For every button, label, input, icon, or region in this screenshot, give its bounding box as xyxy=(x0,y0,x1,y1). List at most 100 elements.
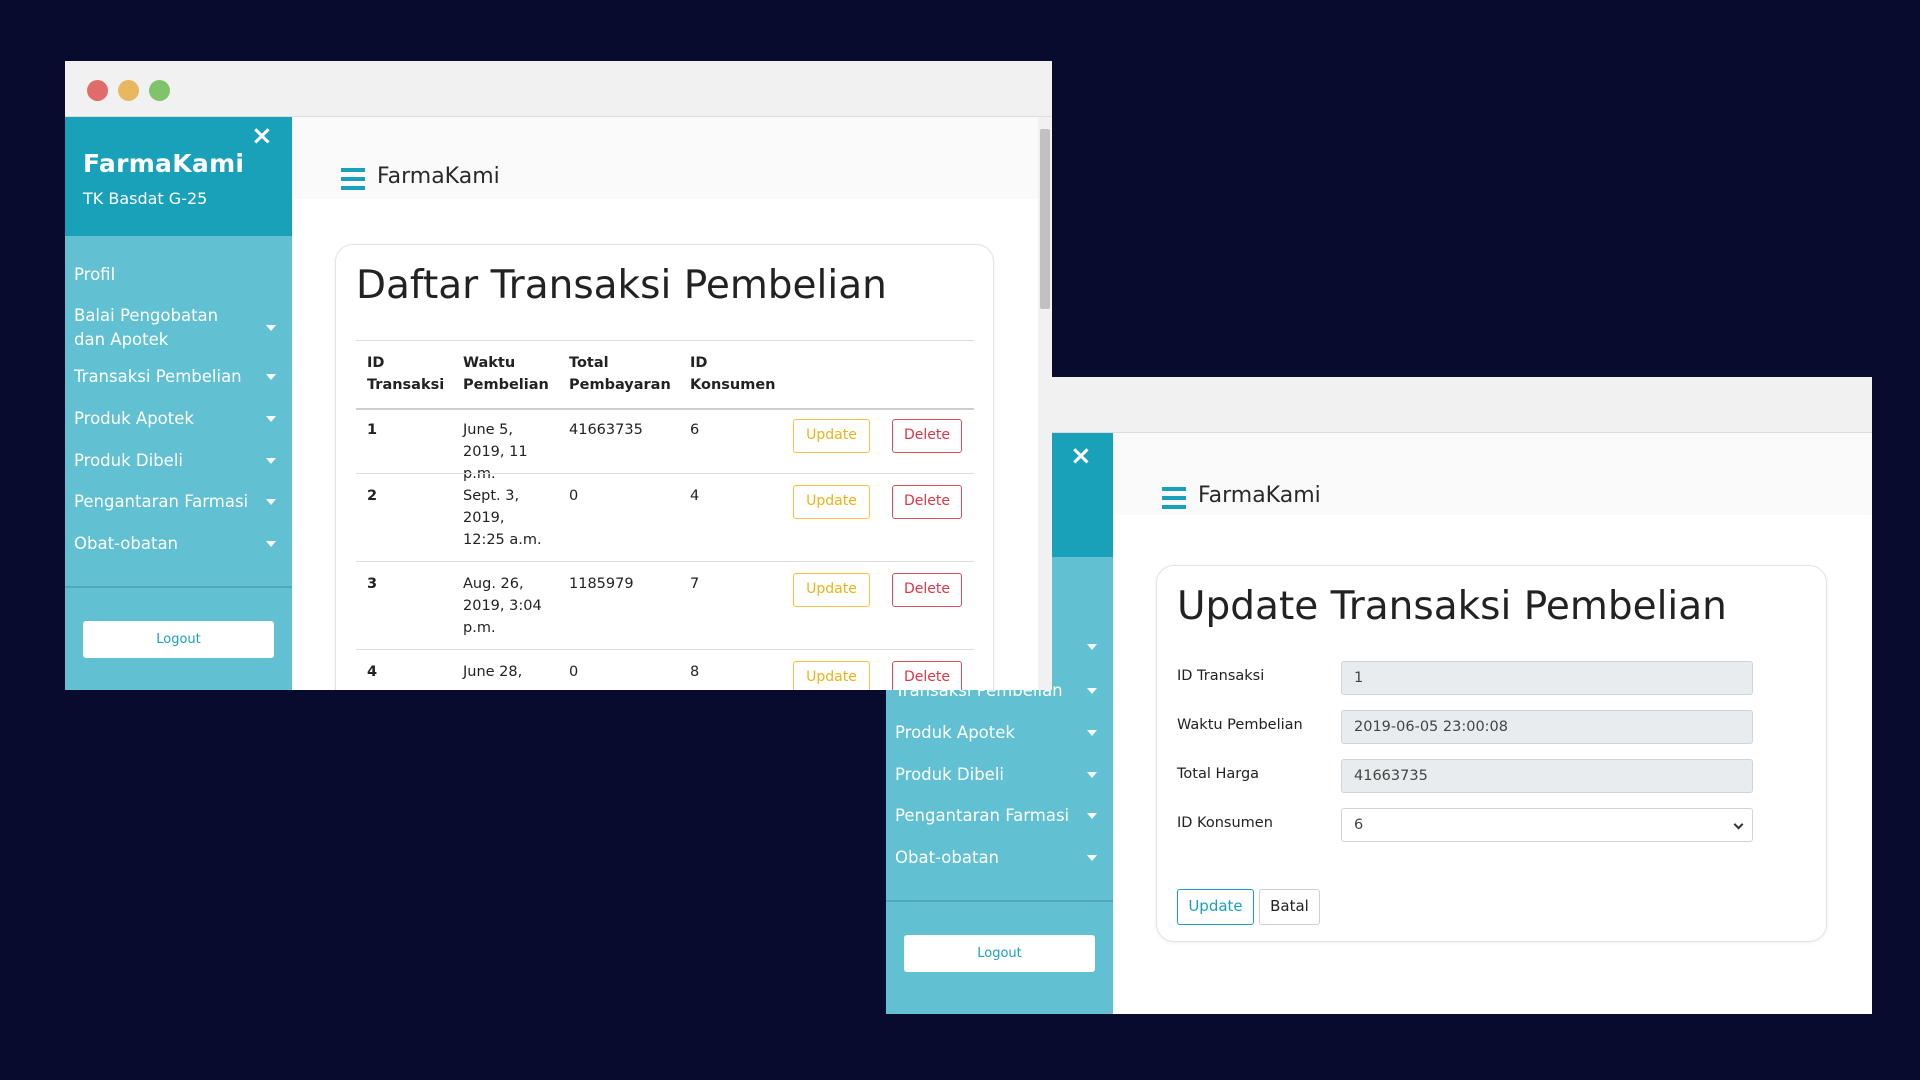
cell-total: 1185979 xyxy=(569,576,634,592)
sidebar-item-profil[interactable]: Profil xyxy=(74,263,276,287)
cell-konsumen: 7 xyxy=(690,576,700,592)
transactions-card: Daftar Transaksi Pembelian ID Transaksi … xyxy=(335,244,994,690)
chevron-down-icon xyxy=(1087,813,1097,819)
id-transaksi-field[interactable]: 1 xyxy=(1341,661,1753,695)
cell-id: 4 xyxy=(367,664,378,680)
sidebar-item-produk-dibeli[interactable]: Produk Dibeli xyxy=(74,449,276,473)
page-title: Update Transaksi Pembelian xyxy=(1177,584,1727,629)
delete-button[interactable]: Delete xyxy=(892,419,962,453)
cell-konsumen: 6 xyxy=(690,422,700,438)
cell-id: 3 xyxy=(367,576,378,592)
column-header-id-konsumen: ID Konsumen xyxy=(690,355,776,393)
column-header-waktu-pembelian: Waktu Pembelian xyxy=(463,355,549,393)
id-konsumen-select[interactable]: 6 xyxy=(1341,808,1753,842)
sidebar-item-label: Balai Pengobatan dan Apotek xyxy=(74,306,219,349)
sidebar-item-pengantaran-farmasi[interactable]: Pengantaran Farmasi xyxy=(74,490,276,514)
close-window-dot[interactable] xyxy=(87,80,108,101)
sidebar-item-produk-dibeli[interactable]: Produk Dibeli xyxy=(895,763,1097,787)
label-id-transaksi: ID Transaksi xyxy=(1177,668,1265,684)
chevron-down-icon xyxy=(1087,855,1097,861)
cell-total: 41663735 xyxy=(569,422,643,438)
header-divider xyxy=(356,408,974,410)
sidebar-item-pengantaran-farmasi[interactable]: Pengantaran Farmasi xyxy=(895,804,1097,828)
chevron-down-icon xyxy=(266,499,276,505)
chevron-down-icon xyxy=(266,416,276,422)
vertical-scrollbar[interactable] xyxy=(1038,117,1052,690)
list-window: × FarmaKami TK Basdat G-25 Profil Balai … xyxy=(65,61,1052,690)
cell-id: 2 xyxy=(367,488,378,504)
row-divider xyxy=(356,561,974,562)
update-button[interactable]: Update xyxy=(793,573,870,607)
row-divider xyxy=(356,649,974,650)
window-titlebar xyxy=(65,61,1052,117)
sidebar-divider xyxy=(65,586,292,588)
page-title: Daftar Transaksi Pembelian xyxy=(356,263,887,308)
chevron-down-icon xyxy=(1087,644,1097,650)
sidebar-item-obat-obatan[interactable]: Obat-obatan xyxy=(74,532,276,556)
sidebar-item-produk-apotek[interactable]: Produk Apotek xyxy=(895,721,1097,745)
update-button[interactable]: Update xyxy=(793,485,870,519)
delete-button[interactable]: Delete xyxy=(892,661,962,690)
sidebar-item-label: Produk Apotek xyxy=(895,723,1015,742)
logout-button[interactable]: Logout xyxy=(83,621,274,658)
row-divider xyxy=(356,473,974,474)
sidebar-item-obat-obatan[interactable]: Obat-obatan xyxy=(895,846,1097,870)
app-name: FarmaKami xyxy=(1198,483,1321,508)
sidebar-item-label: Obat-obatan xyxy=(74,534,179,553)
chevron-down-icon xyxy=(1087,730,1097,736)
cancel-button[interactable]: Batal xyxy=(1259,889,1320,925)
total-harga-field[interactable]: 41663735 xyxy=(1341,759,1753,793)
chevron-down-icon xyxy=(1087,688,1097,694)
cell-total: 0 xyxy=(569,488,579,504)
cell-total: 0 xyxy=(569,664,579,680)
chevron-down-icon xyxy=(1733,819,1744,830)
menu-lines-icon[interactable] xyxy=(1162,487,1186,509)
sidebar-brand: FarmaKami xyxy=(83,149,245,178)
sidebar-item-label: Produk Dibeli xyxy=(895,765,1004,784)
sidebar-item-label: Profil xyxy=(74,265,116,284)
close-sidebar-icon[interactable]: × xyxy=(1070,443,1092,469)
cell-waktu: June 5, 2019, 11 p.m. xyxy=(463,422,528,482)
close-sidebar-icon[interactable]: × xyxy=(251,123,273,149)
minimize-window-dot[interactable] xyxy=(118,80,139,101)
sidebar-item-label: Produk Dibeli xyxy=(74,451,183,470)
sidebar-item-label: Obat-obatan xyxy=(895,848,1000,867)
delete-button[interactable]: Delete xyxy=(892,485,962,519)
sidebar-item-label: Pengantaran Farmasi xyxy=(895,806,1070,825)
logout-button[interactable]: Logout xyxy=(904,935,1095,972)
top-navbar: FarmaKami xyxy=(1113,433,1872,515)
sidebar-item-label: Produk Apotek xyxy=(74,409,194,428)
main-content: FarmaKami Daftar Transaksi Pembelian ID … xyxy=(292,117,1052,690)
sidebar: × FarmaKami TK Basdat G-25 Profil Balai … xyxy=(65,117,292,690)
menu-lines-icon[interactable] xyxy=(341,168,365,190)
sidebar-item-produk-apotek[interactable]: Produk Apotek xyxy=(74,407,276,431)
cell-waktu: Aug. 26, 2019, 3:04 p.m. xyxy=(463,576,542,636)
cell-waktu: June 28, xyxy=(463,664,523,680)
delete-button[interactable]: Delete xyxy=(892,573,962,607)
chevron-down-icon xyxy=(266,541,276,547)
update-button[interactable]: Update xyxy=(793,419,870,453)
update-button[interactable]: Update xyxy=(793,661,870,690)
sidebar-header: × FarmaKami TK Basdat G-25 xyxy=(65,117,292,236)
column-header-total-pembayaran: Total Pembayaran xyxy=(569,355,671,393)
window-titlebar xyxy=(1051,377,1872,433)
maximize-window-dot[interactable] xyxy=(149,80,170,101)
sidebar-item-balai-pengobatan[interactable]: Balai Pengobatan dan Apotek xyxy=(74,304,276,352)
chevron-down-icon xyxy=(266,325,276,331)
sidebar-item-transaksi-pembelian[interactable]: Transaksi Pembelian xyxy=(74,365,276,389)
label-total-harga: Total Harga xyxy=(1177,766,1260,782)
main-content: FarmaKami Update Transaksi Pembelian ID … xyxy=(1113,433,1872,1014)
sidebar-subtitle: TK Basdat G-25 xyxy=(83,189,208,208)
update-form-card: Update Transaksi Pembelian ID Transaksi … xyxy=(1156,565,1827,942)
sidebar-divider xyxy=(886,900,1113,902)
label-waktu-pembelian: Waktu Pembelian xyxy=(1177,717,1303,733)
column-header-id-transaksi: ID Transaksi xyxy=(367,355,445,393)
sidebar-item-label: Transaksi Pembelian xyxy=(74,367,242,386)
chevron-down-icon xyxy=(1087,772,1097,778)
cell-konsumen: 8 xyxy=(690,664,700,680)
scrollbar-thumb[interactable] xyxy=(1040,129,1050,309)
waktu-pembelian-field[interactable]: 2019-06-05 23:00:08 xyxy=(1341,710,1753,744)
cell-id: 1 xyxy=(367,422,378,438)
update-button[interactable]: Update xyxy=(1177,889,1254,925)
sidebar-item-label: Pengantaran Farmasi xyxy=(74,492,249,511)
